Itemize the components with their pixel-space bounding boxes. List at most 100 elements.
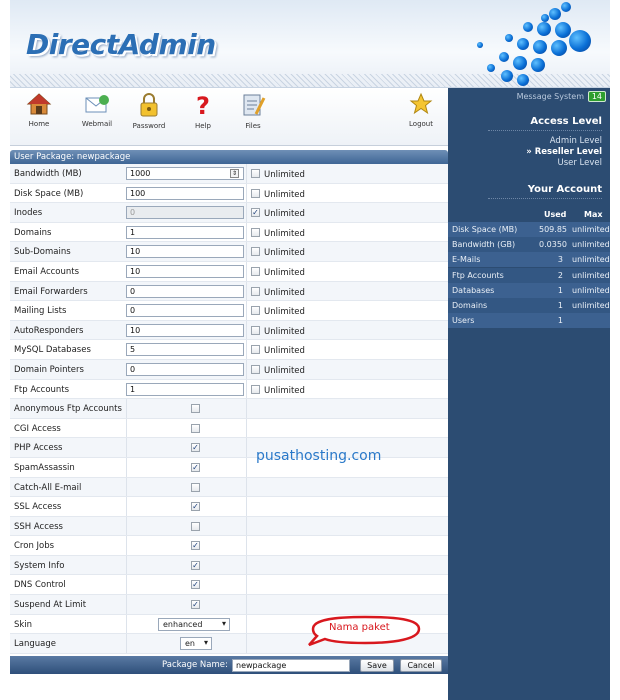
webmail-icon bbox=[85, 95, 109, 113]
field-row: Sub-Domains Unlimited bbox=[10, 242, 448, 262]
unlimited-checkbox[interactable] bbox=[251, 247, 260, 257]
option-checkbox[interactable] bbox=[191, 560, 200, 570]
option-checkbox[interactable] bbox=[191, 482, 200, 492]
option-row: CGI Access bbox=[10, 418, 448, 439]
save-button[interactable]: Save bbox=[360, 659, 394, 672]
usage-label: Ftp Accounts bbox=[452, 270, 504, 280]
field-label: Domain Pointers bbox=[14, 364, 84, 375]
package-header: User Package: newpackage bbox=[10, 150, 448, 164]
usage-row: Users 1 bbox=[448, 313, 610, 329]
option-checkbox[interactable] bbox=[191, 541, 200, 551]
toolbar: Home Webmail Password ? Help Files Logou… bbox=[10, 88, 448, 146]
field-input[interactable] bbox=[126, 362, 244, 376]
home-button[interactable]: Home bbox=[16, 92, 62, 128]
field-row: Bandwidth (MB) ⇕ Unlimited bbox=[10, 164, 448, 184]
usage-row: Databases 1 unlimited bbox=[448, 282, 610, 298]
field-row: Domain Pointers Unlimited bbox=[10, 359, 448, 380]
unlimited-checkbox[interactable] bbox=[251, 286, 260, 296]
option-checkbox[interactable] bbox=[191, 580, 200, 590]
user-level-link[interactable]: User Level bbox=[557, 158, 602, 168]
field-input[interactable] bbox=[126, 264, 244, 278]
option-checkbox[interactable] bbox=[191, 404, 200, 414]
webmail-button[interactable]: Webmail bbox=[74, 92, 120, 128]
star-icon bbox=[409, 92, 433, 115]
usage-row: Bandwidth (GB) 0.0350 unlimited bbox=[448, 237, 610, 253]
option-row: SSH Access bbox=[10, 516, 448, 537]
package-rows: Bandwidth (MB) ⇕ Unlimited Disk Space (MB) U… bbox=[10, 164, 448, 654]
password-button[interactable]: Password bbox=[126, 92, 172, 130]
field-row: Email Forwarders Unlimited bbox=[10, 281, 448, 302]
option-checkbox[interactable] bbox=[191, 521, 200, 531]
usage-label: Databases bbox=[452, 285, 495, 295]
option-label: SpamAssassin bbox=[14, 462, 75, 473]
language-select[interactable]: en bbox=[180, 637, 212, 651]
option-checkbox[interactable] bbox=[191, 443, 200, 453]
help-label: Help bbox=[195, 122, 211, 130]
field-input[interactable] bbox=[126, 304, 244, 318]
unlimited-label: Unlimited bbox=[264, 267, 305, 278]
your-account-title: Your Account bbox=[527, 184, 602, 195]
unlimited-checkbox[interactable] bbox=[251, 364, 260, 374]
unlimited-checkbox[interactable] bbox=[251, 208, 260, 218]
option-label: Anonymous Ftp Accounts bbox=[14, 404, 122, 415]
message-count-badge[interactable]: 14 bbox=[587, 91, 606, 102]
field-input[interactable] bbox=[126, 206, 244, 220]
lock-icon bbox=[140, 93, 158, 117]
message-system-link[interactable]: Message System bbox=[517, 92, 584, 101]
usage-label: Bandwidth (GB) bbox=[452, 240, 516, 250]
field-row: Mailing Lists Unlimited bbox=[10, 301, 448, 321]
field-input[interactable] bbox=[126, 343, 244, 357]
usage-row: E-Mails 3 unlimited bbox=[448, 252, 610, 268]
usage-row: Ftp Accounts 2 unlimited bbox=[448, 267, 610, 283]
package-name-bar: Package Name: Save Cancel bbox=[10, 656, 448, 674]
field-label: Inodes bbox=[14, 208, 43, 219]
option-row: Suspend At Limit bbox=[10, 595, 448, 615]
usage-label: Users bbox=[452, 316, 475, 326]
access-level-title: Access Level bbox=[530, 116, 602, 127]
package-name-input[interactable] bbox=[232, 659, 350, 672]
files-icon bbox=[243, 94, 266, 116]
option-row: Cron Jobs bbox=[10, 536, 448, 556]
usage-used: 1 bbox=[557, 285, 563, 295]
option-checkbox[interactable] bbox=[191, 502, 200, 512]
cancel-button[interactable]: Cancel bbox=[400, 659, 442, 672]
skin-select[interactable]: enhanced bbox=[158, 617, 230, 631]
unlimited-checkbox[interactable] bbox=[251, 266, 260, 276]
files-button[interactable]: Files bbox=[230, 92, 276, 130]
usage-used: 2 bbox=[557, 270, 563, 280]
reseller-level-link[interactable]: » Reseller Level bbox=[526, 147, 602, 157]
unlimited-checkbox[interactable] bbox=[251, 325, 260, 335]
field-input[interactable] bbox=[126, 323, 244, 337]
unlimited-checkbox[interactable] bbox=[251, 306, 260, 316]
field-input[interactable] bbox=[126, 284, 244, 298]
usage-max: unlimited bbox=[572, 270, 610, 280]
field-input[interactable] bbox=[126, 382, 244, 396]
unlimited-checkbox[interactable] bbox=[251, 227, 260, 237]
unlimited-label: Unlimited bbox=[264, 248, 305, 259]
spinner-icon[interactable]: ⇕ bbox=[230, 169, 239, 178]
package-name-label: Package Name: bbox=[162, 660, 228, 670]
unlimited-checkbox[interactable] bbox=[251, 188, 260, 198]
annotation-bubble: Nama paket bbox=[307, 615, 423, 647]
option-checkbox[interactable] bbox=[191, 600, 200, 610]
field-input[interactable] bbox=[126, 186, 244, 200]
admin-level-link[interactable]: Admin Level bbox=[550, 136, 602, 146]
option-checkbox[interactable] bbox=[191, 423, 200, 433]
package-form: User Package: newpackage Bandwidth (MB) ⇕… bbox=[10, 150, 448, 654]
usage-max: unlimited bbox=[572, 240, 610, 250]
field-row: Ftp Accounts Unlimited bbox=[10, 379, 448, 400]
field-label: Disk Space (MB) bbox=[14, 188, 84, 199]
field-input[interactable] bbox=[126, 167, 244, 180]
logout-button[interactable]: Logout bbox=[398, 92, 444, 128]
unlimited-label: Unlimited bbox=[264, 346, 305, 357]
field-input[interactable] bbox=[126, 245, 244, 259]
unlimited-checkbox[interactable] bbox=[251, 345, 260, 355]
language-label: Language bbox=[14, 639, 56, 650]
field-input[interactable] bbox=[126, 225, 244, 239]
unlimited-checkbox[interactable] bbox=[251, 169, 260, 178]
option-checkbox[interactable] bbox=[191, 462, 200, 472]
unlimited-checkbox[interactable] bbox=[251, 384, 260, 394]
help-button[interactable]: ? Help bbox=[180, 92, 226, 130]
field-row: Email Accounts Unlimited bbox=[10, 261, 448, 282]
directadmin-logo: DirectAdmin bbox=[26, 28, 216, 61]
